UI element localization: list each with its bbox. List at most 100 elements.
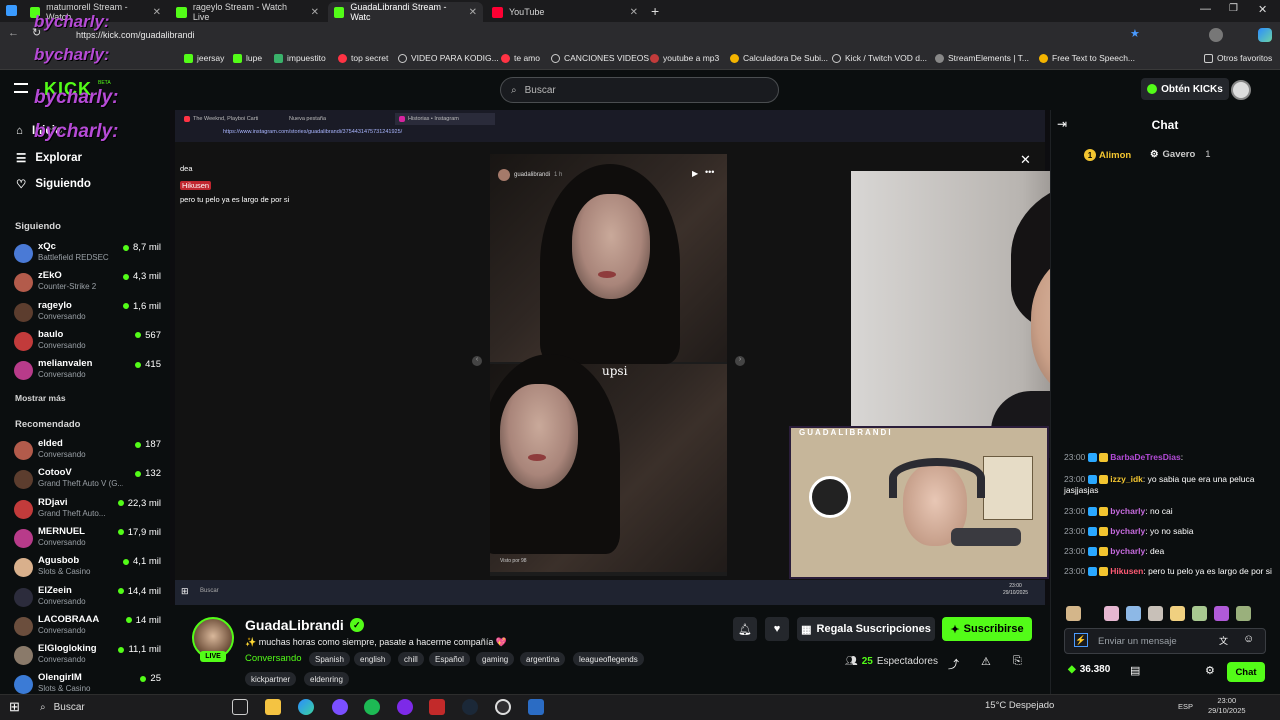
- emote-picker-icon[interactable]: ☺: [1243, 633, 1254, 645]
- maximize-button[interactable]: ❐: [1229, 3, 1238, 14]
- tag[interactable]: argentina: [520, 652, 566, 666]
- sidebar-channel[interactable]: zEkO Counter-Strike 2 4,3 mil: [14, 270, 164, 296]
- emote-preview[interactable]: [1214, 606, 1229, 621]
- browser-tab-2[interactable]: rageylo Stream - Watch Live ✕: [170, 2, 325, 22]
- stream-category[interactable]: Conversando: [245, 653, 302, 664]
- nav-explore[interactable]: ☰ Explorar: [16, 151, 82, 165]
- report-icon[interactable]: ⚠: [981, 655, 991, 668]
- bookmark-item[interactable]: StreamElements | T...: [935, 53, 1029, 63]
- close-icon[interactable]: ✕: [153, 7, 161, 18]
- browser-tab-3[interactable]: GuadaLibrandi Stream - Watc ✕: [328, 2, 483, 22]
- tag[interactable]: kickpartner: [245, 672, 297, 686]
- sidebar-channel[interactable]: melianvalen Conversando 415: [14, 358, 164, 384]
- emote-preview[interactable]: [1170, 606, 1185, 621]
- bookmark-item[interactable]: Kick / Twitch VOD d...: [832, 53, 927, 63]
- sidebar-channel[interactable]: MERNUEL Conversando 17,9 mil: [14, 526, 164, 552]
- translate-icon[interactable]: 文: [1219, 634, 1228, 647]
- message-username[interactable]: bycharly: [1110, 546, 1145, 556]
- sidebar-channel[interactable]: ElGlogloking Conversando 11,1 mil: [14, 643, 164, 669]
- emote-preview[interactable]: [1066, 606, 1081, 621]
- bookmark-item[interactable]: jeersay: [184, 53, 224, 63]
- taskbar-language[interactable]: ESP: [1178, 702, 1193, 711]
- sidebar-channel[interactable]: RDjavi Grand Theft Auto... 22,3 mil: [14, 497, 164, 523]
- bookmark-item[interactable]: CANCIONES VIDEOS: [551, 53, 649, 63]
- bookmark-item[interactable]: lupe: [233, 53, 262, 63]
- message-username[interactable]: bycharly: [1110, 506, 1145, 516]
- sidebar-channel[interactable]: xQc Battlefield REDSEC 8,7 mil: [14, 241, 164, 267]
- settings-gear-icon[interactable]: ⚙: [1205, 664, 1215, 677]
- taskbar-clock[interactable]: 23:00 29/10/2025: [1208, 696, 1246, 716]
- user-avatar[interactable]: [1231, 80, 1251, 100]
- message-username[interactable]: bycharly: [1110, 526, 1145, 536]
- obs-icon[interactable]: [495, 699, 511, 715]
- file-explorer-icon[interactable]: [265, 699, 281, 715]
- taskbar-weather[interactable]: 15°C Despejado: [985, 700, 1054, 711]
- bookmark-item[interactable]: top secret: [338, 53, 388, 63]
- sidebar-channel[interactable]: baulo Conversando 567: [14, 329, 164, 355]
- sidebar-channel[interactable]: elded Conversando 187: [14, 438, 164, 464]
- copilot-icon[interactable]: [1258, 28, 1272, 42]
- emote-preview[interactable]: [1104, 606, 1119, 621]
- back-icon[interactable]: ←: [8, 27, 19, 39]
- edge-icon[interactable]: [298, 699, 314, 715]
- emote-preview[interactable]: [1148, 606, 1163, 621]
- steam-icon[interactable]: [462, 699, 478, 715]
- message-username[interactable]: BarbaDeTresDias: [1110, 452, 1180, 462]
- app-icon[interactable]: [528, 699, 544, 715]
- channel-name[interactable]: GuadaLibrandi: [245, 617, 344, 633]
- tag[interactable]: Spanish: [309, 652, 350, 666]
- sidebar-channel[interactable]: Agusbob Slots & Casino 4,1 mil: [14, 555, 164, 581]
- hamburger-menu-icon[interactable]: [14, 83, 28, 93]
- bookmark-item[interactable]: Calculadora De Subi...: [730, 53, 828, 63]
- emote-preview[interactable]: [1236, 606, 1251, 621]
- browser-tab-4[interactable]: YouTube ✕: [486, 2, 644, 22]
- url-field[interactable]: https://kick.com/guadalibrandi: [58, 26, 1108, 44]
- top-gifter[interactable]: ⚙ Gavero 1: [1150, 149, 1211, 160]
- message-username[interactable]: Hikusen: [1110, 566, 1143, 576]
- show-more-link[interactable]: Mostrar más: [15, 393, 66, 403]
- spotify-icon[interactable]: [364, 699, 380, 715]
- tag[interactable]: gaming: [476, 652, 515, 666]
- favorite-star-icon[interactable]: ★: [1130, 27, 1140, 40]
- sidebar-channel[interactable]: rageylo Conversando 1,6 mil: [14, 300, 164, 326]
- taskbar-search[interactable]: ⌕ Buscar: [32, 697, 212, 717]
- gift-icon[interactable]: ▤: [1130, 664, 1140, 677]
- app-grid-icon[interactable]: [6, 5, 17, 16]
- follow-button[interactable]: ♥: [765, 617, 789, 641]
- bookmark-item[interactable]: impuestito: [274, 53, 326, 63]
- subscribe-button[interactable]: ✦ Suscribirse: [942, 617, 1032, 641]
- new-tab-button[interactable]: +: [651, 3, 659, 19]
- bookmark-item[interactable]: te amo: [501, 53, 540, 63]
- sidebar-channel[interactable]: ElZeein Conversando 14,4 mil: [14, 585, 164, 611]
- top-gifter[interactable]: 1 Alimon: [1084, 149, 1131, 161]
- close-window-button[interactable]: ✕: [1258, 3, 1267, 16]
- channel-points[interactable]: ◆ 36.380: [1068, 664, 1110, 675]
- tag[interactable]: eldenring: [304, 672, 349, 686]
- task-view-icon[interactable]: [232, 699, 248, 715]
- sidebar-channel[interactable]: CotooV Grand Theft Auto V (G... 132: [14, 467, 164, 493]
- bookmark-item[interactable]: youtube a mp3: [650, 53, 719, 63]
- tag[interactable]: english: [354, 652, 392, 666]
- send-chat-button[interactable]: Chat: [1227, 662, 1265, 682]
- tag[interactable]: Español: [429, 652, 470, 666]
- minimize-button[interactable]: —: [1200, 3, 1211, 15]
- notifications-button[interactable]: 🔔︎: [733, 617, 757, 641]
- emote-preview[interactable]: [1192, 606, 1207, 621]
- get-kicks-button[interactable]: Obtén KICKs: [1141, 78, 1229, 100]
- share-icon[interactable]: ⤴: [948, 656, 959, 672]
- profile-avatar[interactable]: [1209, 28, 1223, 42]
- emote-preview[interactable]: [1126, 606, 1141, 621]
- bookmark-item[interactable]: Free Text to Speech...: [1039, 53, 1135, 63]
- tag[interactable]: leagueoflegends: [573, 652, 644, 666]
- clip-icon[interactable]: ⎘: [1013, 655, 1022, 668]
- edge-dev-icon[interactable]: [332, 699, 348, 715]
- other-bookmarks[interactable]: Otros favoritos: [1204, 53, 1272, 63]
- close-icon[interactable]: ✕: [311, 7, 319, 18]
- close-icon[interactable]: ✕: [469, 7, 477, 18]
- gift-subs-button[interactable]: ▦ Regala Suscripciones: [797, 617, 935, 641]
- app-icon[interactable]: [429, 699, 445, 715]
- search-input[interactable]: ⌕ Buscar: [500, 77, 779, 103]
- message-username[interactable]: izzy_idk: [1110, 474, 1143, 484]
- canva-icon[interactable]: [397, 699, 413, 715]
- tag[interactable]: chill: [398, 652, 424, 666]
